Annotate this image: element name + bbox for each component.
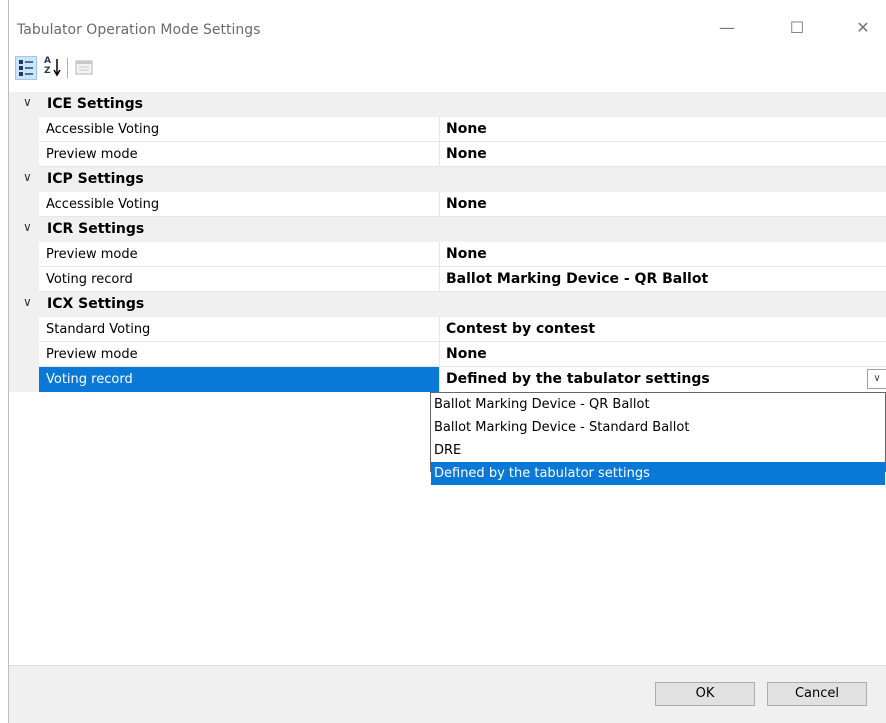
row-gutter [9,342,39,367]
property-name[interactable]: Accessible Voting [39,192,439,217]
property-name[interactable]: Voting record [39,367,439,392]
property-row-icr-preview-mode[interactable]: Preview mode None [9,242,886,267]
background-edge [0,0,8,723]
alphabetical-sort-icon: A Z [44,56,62,80]
title-bar: Tabulator Operation Mode Settings — ☐ ✕ [9,0,886,50]
property-grid: ∨ ICE Settings Accessible Voting None Pr… [9,92,886,392]
ok-button[interactable]: OK [655,682,755,706]
sort-letter-a: A [44,56,51,66]
property-grid-toolbar: A Z [9,54,886,84]
dialog-window: Tabulator Operation Mode Settings — ☐ ✕ … [8,0,886,723]
property-name[interactable]: Standard Voting [39,317,439,342]
dialog-button-bar: OK Cancel [9,665,886,723]
category-title: ICX Settings [47,296,145,312]
column-divider [439,192,440,217]
column-divider [439,267,440,292]
voting-record-dropdown-list: Ballot Marking Device - QR Ballot Ballot… [430,392,886,485]
close-button[interactable]: ✕ [843,14,883,42]
column-divider [439,342,440,367]
property-value[interactable]: None [439,142,886,167]
maximize-button[interactable]: ☐ [777,14,817,42]
row-gutter [9,317,39,342]
property-name[interactable]: Preview mode [39,342,439,367]
property-name[interactable]: Accessible Voting [39,117,439,142]
collapse-chevron-icon[interactable]: ∨ [23,295,32,309]
property-value[interactable]: None [439,117,886,142]
property-row-icx-voting-record[interactable]: Voting record Defined by the tabulator s… [9,367,886,392]
dropdown-arrow-button[interactable]: ∨ [867,369,886,389]
column-divider [439,367,440,392]
row-gutter [9,117,39,142]
dropdown-option[interactable]: Ballot Marking Device - Standard Ballot [431,416,885,439]
toolbar-separator [67,58,68,78]
collapse-chevron-icon[interactable]: ∨ [23,170,32,184]
alphabetical-button[interactable]: A Z [41,56,63,80]
property-value[interactable]: None [439,242,886,267]
property-name[interactable]: Voting record [39,267,439,292]
property-value[interactable]: None [439,192,886,217]
property-row-ice-preview-mode[interactable]: Preview mode None [9,142,886,167]
row-gutter [9,267,39,292]
property-row-icp-accessible-voting[interactable]: Accessible Voting None [9,192,886,217]
sort-arrow-icon [53,59,61,77]
window-title: Tabulator Operation Mode Settings [17,22,261,38]
property-value[interactable]: None [439,342,886,367]
column-divider [439,117,440,142]
minimize-button[interactable]: — [707,14,747,42]
property-name[interactable]: Preview mode [39,142,439,167]
collapse-chevron-icon[interactable]: ∨ [23,95,32,109]
categorized-icon [19,60,33,76]
category-icp-settings[interactable]: ∨ ICP Settings [9,167,886,192]
property-pages-button[interactable] [73,56,95,80]
dropdown-option-selected[interactable]: Defined by the tabulator settings [431,462,885,485]
row-gutter [9,367,39,392]
category-ice-settings[interactable]: ∨ ICE Settings [9,92,886,117]
property-name[interactable]: Preview mode [39,242,439,267]
property-row-icx-preview-mode[interactable]: Preview mode None [9,342,886,367]
collapse-chevron-icon[interactable]: ∨ [23,220,32,234]
column-divider [439,142,440,167]
cancel-button[interactable]: Cancel [767,682,867,706]
dropdown-option[interactable]: Ballot Marking Device - QR Ballot [431,393,885,416]
category-title: ICP Settings [47,171,144,187]
category-icx-settings[interactable]: ∨ ICX Settings [9,292,886,317]
column-divider [439,242,440,267]
property-value[interactable]: Ballot Marking Device - QR Ballot [439,267,886,292]
dropdown-option[interactable]: DRE [431,439,885,462]
category-title: ICE Settings [47,96,144,112]
column-divider [439,317,440,342]
property-pages-icon [75,60,93,75]
property-value-editor[interactable]: Defined by the tabulator settings [439,367,886,392]
property-row-icr-voting-record[interactable]: Voting record Ballot Marking Device - QR… [9,267,886,292]
category-icr-settings[interactable]: ∨ ICR Settings [9,217,886,242]
row-gutter [9,142,39,167]
row-gutter [9,242,39,267]
property-value[interactable]: Contest by contest [439,317,886,342]
categorized-button[interactable] [15,56,37,80]
category-title: ICR Settings [47,221,145,237]
sort-letter-z: Z [44,66,51,76]
property-row-icx-standard-voting[interactable]: Standard Voting Contest by contest [9,317,886,342]
row-gutter [9,192,39,217]
property-row-ice-accessible-voting[interactable]: Accessible Voting None [9,117,886,142]
